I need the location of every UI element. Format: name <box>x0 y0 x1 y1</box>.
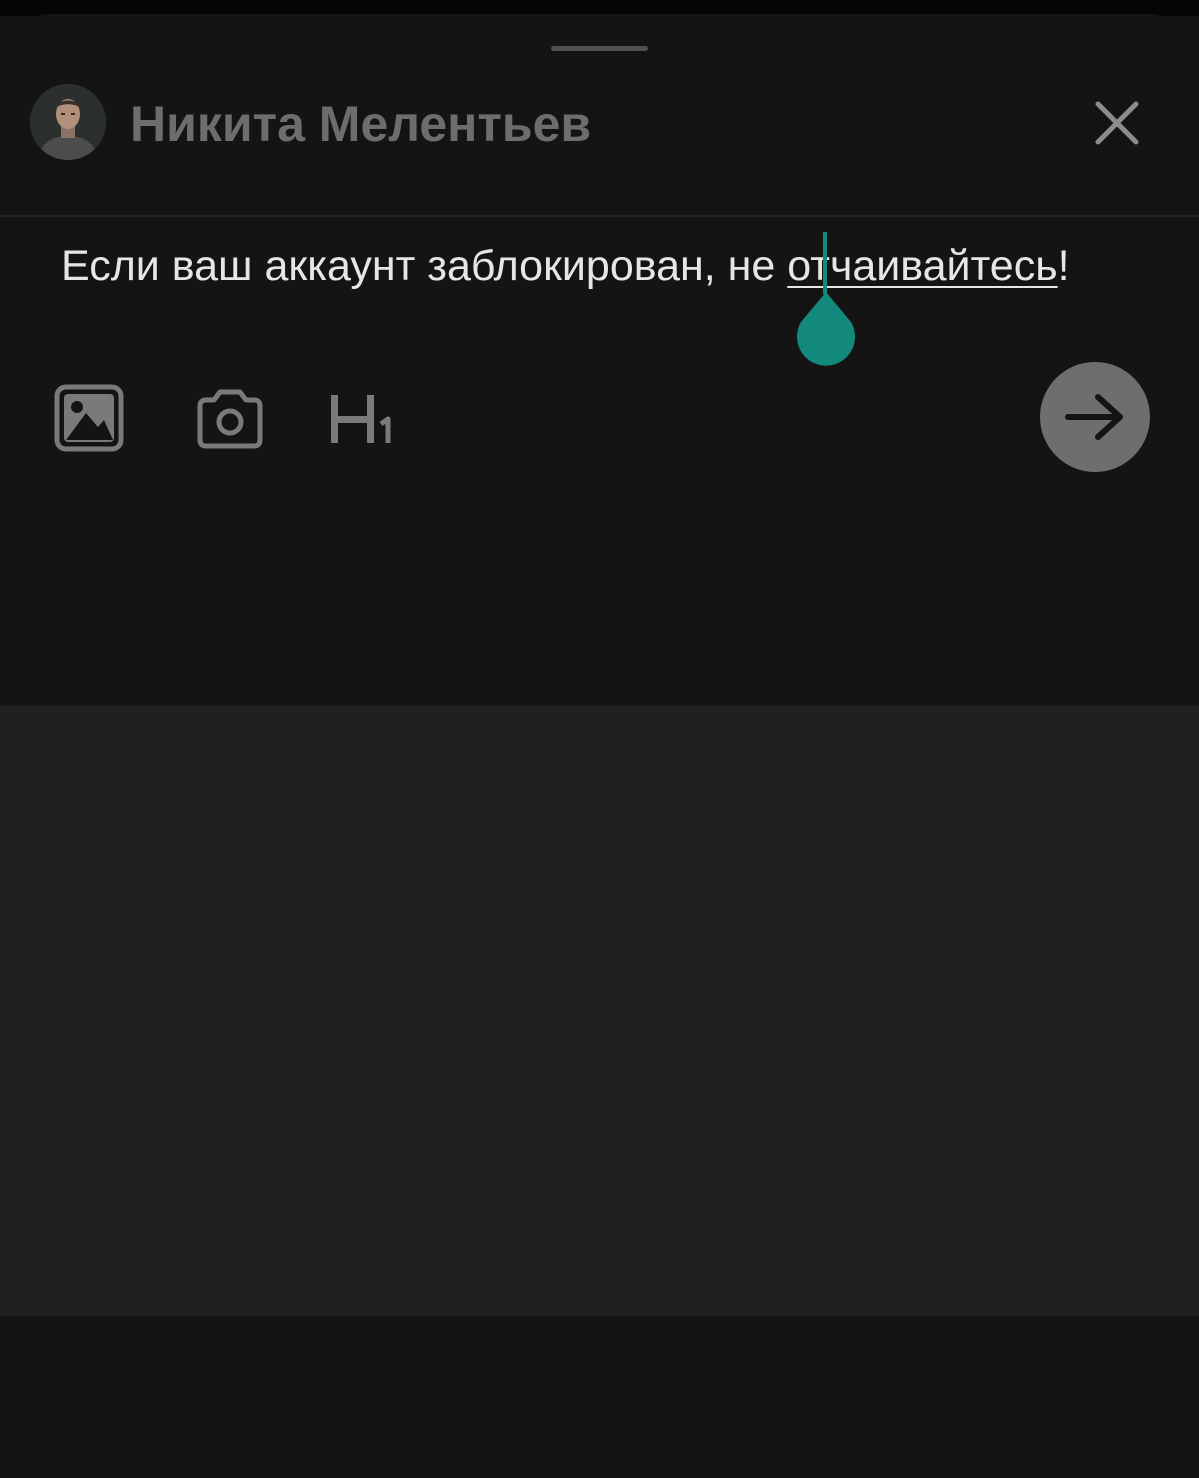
heading-button[interactable] <box>326 388 398 450</box>
author-name: Никита Мелентьев <box>130 96 592 152</box>
cursor-handle[interactable] <box>795 292 857 370</box>
post-text-input[interactable]: Если ваш аккаунт заблокирован, не отчаив… <box>61 236 1171 296</box>
attach-image-button[interactable] <box>50 380 128 456</box>
drag-handle[interactable] <box>551 46 648 51</box>
arrow-right-icon <box>1065 394 1123 440</box>
dimmed-backdrop[interactable] <box>0 706 1199 1317</box>
close-icon <box>1095 101 1139 145</box>
screen: Никита Мелентьев Если ваш аккаунт заблок… <box>0 0 1199 1478</box>
post-text-end: ! <box>1057 242 1070 290</box>
misspelled-word[interactable]: отчаивайтесь <box>787 242 1057 290</box>
text-cursor <box>823 232 827 294</box>
avatar-photo <box>30 84 106 160</box>
bottom-area <box>0 1316 1199 1478</box>
post-composer-sheet: Никита Мелентьев Если ваш аккаунт заблок… <box>0 14 1199 707</box>
close-button[interactable] <box>1086 92 1148 154</box>
image-icon <box>54 384 124 452</box>
camera-icon <box>197 389 263 449</box>
post-text-start: Если ваш аккаунт заблокирован, не <box>61 242 788 290</box>
heading-h1-icon <box>331 395 391 443</box>
avatar <box>30 84 106 160</box>
send-button[interactable] <box>1040 362 1150 472</box>
header-divider <box>0 215 1199 217</box>
cursor-handle-icon <box>797 292 855 366</box>
camera-button[interactable] <box>192 386 268 452</box>
